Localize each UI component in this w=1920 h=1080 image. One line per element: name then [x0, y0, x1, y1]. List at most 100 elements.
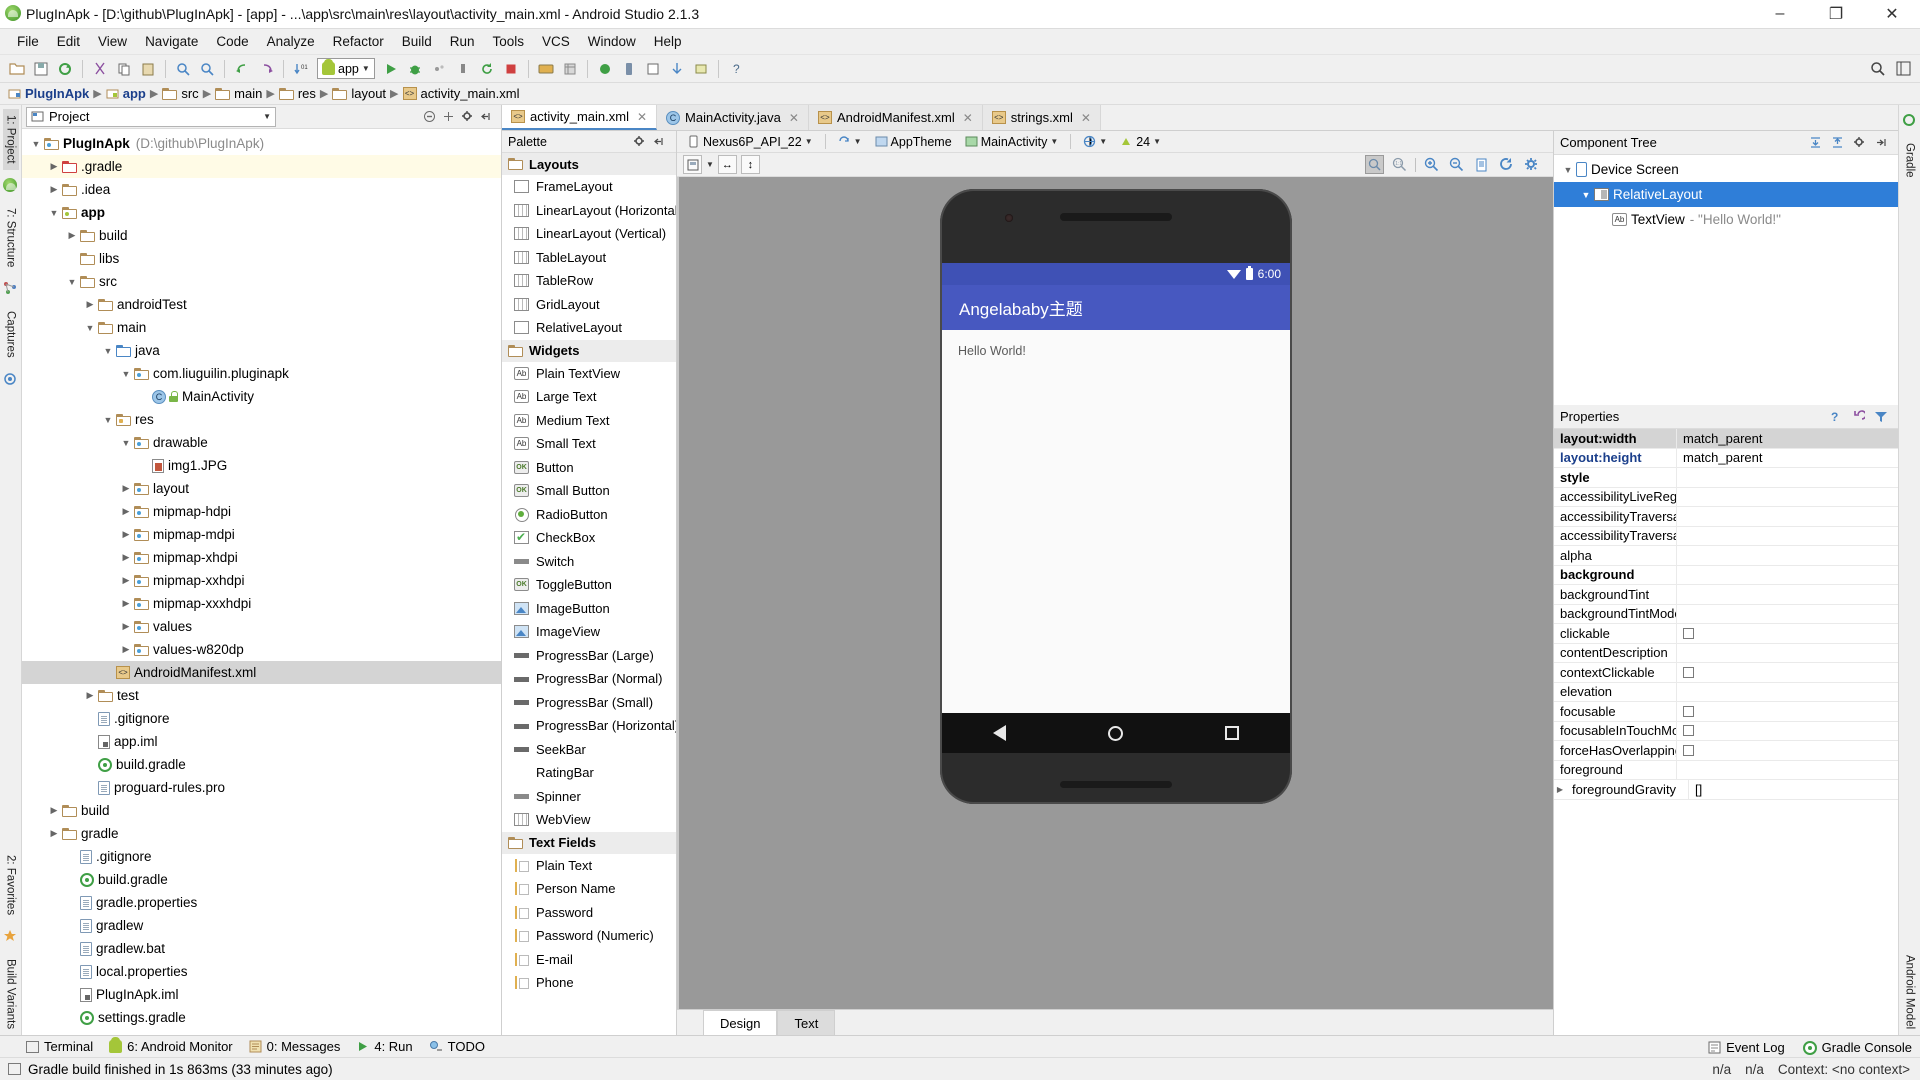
avd-device-icon[interactable]: [594, 58, 616, 80]
fit-width-button[interactable]: ↔: [718, 155, 737, 174]
chevron-right-icon[interactable]: [118, 621, 134, 632]
palette-item[interactable]: Spinner: [502, 785, 676, 809]
property-value[interactable]: match_parent: [1676, 449, 1898, 468]
property-value[interactable]: [1676, 741, 1898, 760]
component-tree-node[interactable]: AbTextView- "Hello World!": [1554, 207, 1898, 232]
project-tree-node[interactable]: local.properties: [22, 960, 501, 983]
property-value[interactable]: [1676, 527, 1898, 546]
settings-icon[interactable]: [1853, 136, 1866, 149]
property-row[interactable]: ▶foregroundGravity[]: [1554, 780, 1898, 800]
menu-file[interactable]: File: [8, 32, 48, 51]
component-tree[interactable]: Device ScreenRelativeLayoutAbTextView- "…: [1554, 155, 1898, 405]
help-icon[interactable]: ?: [725, 58, 747, 80]
menu-refactor[interactable]: Refactor: [324, 32, 393, 51]
chevron-right-icon[interactable]: [118, 529, 134, 540]
project-tree-node[interactable]: mipmap-xhdpi: [22, 546, 501, 569]
chevron-down-icon[interactable]: [46, 208, 62, 218]
palette-item[interactable]: RadioButton: [502, 503, 676, 527]
project-tree-node[interactable]: libs: [22, 247, 501, 270]
palette-item[interactable]: ProgressBar (Large): [502, 644, 676, 668]
palette-item[interactable]: TableRow: [502, 269, 676, 293]
project-tree-node[interactable]: androidTest: [22, 293, 501, 316]
project-tree-node[interactable]: gradle: [22, 822, 501, 845]
expand-all-icon[interactable]: [1809, 136, 1822, 149]
project-view-selector[interactable]: Project ▼: [26, 107, 276, 127]
chevron-down-icon[interactable]: [100, 346, 116, 356]
palette-group-header[interactable]: Layouts: [502, 153, 676, 175]
zoom-to-fit-icon[interactable]: [1365, 155, 1384, 174]
close-icon[interactable]: ✕: [789, 111, 799, 125]
project-tree-node[interactable]: values-w820dp: [22, 638, 501, 661]
property-checkbox[interactable]: [1683, 667, 1694, 678]
palette-item[interactable]: ImageButton: [502, 597, 676, 621]
property-row[interactable]: focusableInTouchMode: [1554, 722, 1898, 742]
palette-item[interactable]: TableLayout: [502, 246, 676, 270]
project-tree-node[interactable]: com.liuguilin.pluginapk: [22, 362, 501, 385]
find-icon[interactable]: [172, 58, 194, 80]
zoom-in-icon[interactable]: [1422, 155, 1441, 174]
breadcrumb-item-layout[interactable]: layout: [332, 86, 386, 101]
theme-selector[interactable]: AppTheme: [871, 134, 956, 150]
gradle-console-tab[interactable]: Gradle Console: [1803, 1040, 1912, 1055]
palette-item[interactable]: ProgressBar (Horizontal): [502, 714, 676, 738]
chevron-right-icon[interactable]: [46, 828, 62, 839]
property-row[interactable]: accessibilityLiveRegion: [1554, 488, 1898, 508]
project-tree-node[interactable]: build: [22, 799, 501, 822]
property-value[interactable]: [1676, 546, 1898, 565]
palette-item[interactable]: E-mail: [502, 948, 676, 972]
property-row[interactable]: style: [1554, 468, 1898, 488]
palette-item[interactable]: ProgressBar (Small): [502, 691, 676, 715]
chevron-down-icon[interactable]: [1578, 190, 1594, 200]
project-tree-node[interactable]: gradle.properties: [22, 891, 501, 914]
tool-tab-build-variants[interactable]: Build Variants: [3, 953, 19, 1035]
home-button-icon[interactable]: [1108, 726, 1123, 741]
sdk-manager-icon[interactable]: [559, 58, 581, 80]
profile-icon[interactable]: [428, 58, 450, 80]
orientation-selector[interactable]: ▼: [834, 134, 866, 149]
property-value[interactable]: [1676, 566, 1898, 585]
project-tree-node[interactable]: <>AndroidManifest.xml: [22, 661, 501, 684]
menu-build[interactable]: Build: [393, 32, 441, 51]
menu-edit[interactable]: Edit: [48, 32, 89, 51]
design-mode-button[interactable]: [683, 155, 702, 174]
project-tree[interactable]: PlugInApk(D:\github\PlugInApk).gradle.id…: [22, 129, 501, 1035]
tool-tab-gradle[interactable]: Gradle: [1902, 137, 1918, 184]
vcs-commit-icon[interactable]: [690, 58, 712, 80]
palette-item[interactable]: OKButton: [502, 456, 676, 480]
chevron-right-icon[interactable]: [118, 644, 134, 655]
property-value[interactable]: [1676, 644, 1898, 663]
project-tree-node[interactable]: proguard-rules.pro: [22, 776, 501, 799]
zoom-out-icon[interactable]: [1447, 155, 1466, 174]
palette-item[interactable]: Person Name: [502, 877, 676, 901]
search-everywhere-icon[interactable]: [1866, 58, 1888, 80]
palette-item[interactable]: LinearLayout (Vertical): [502, 222, 676, 246]
property-value[interactable]: [1676, 488, 1898, 507]
project-tree-node[interactable]: PlugInApk.iml: [22, 983, 501, 1006]
palette-item[interactable]: AbSmall Text: [502, 432, 676, 456]
project-tree-node[interactable]: .gradle: [22, 155, 501, 178]
palette-item[interactable]: RelativeLayout: [502, 316, 676, 340]
chevron-down-icon[interactable]: [100, 415, 116, 425]
chevron-down-icon[interactable]: [118, 369, 134, 379]
property-row[interactable]: accessibilityTraversalBefore: [1554, 527, 1898, 547]
property-row[interactable]: backgroundTint: [1554, 585, 1898, 605]
property-row[interactable]: focusable: [1554, 702, 1898, 722]
project-tree-node[interactable]: main: [22, 316, 501, 339]
property-value[interactable]: [1676, 663, 1898, 682]
palette-item[interactable]: AbLarge Text: [502, 385, 676, 409]
close-icon[interactable]: ✕: [637, 110, 647, 124]
project-tree-node[interactable]: .idea: [22, 178, 501, 201]
palette-item[interactable]: OKSmall Button: [502, 479, 676, 503]
palette-item[interactable]: ImageView: [502, 620, 676, 644]
tab-design[interactable]: Design: [703, 1010, 777, 1035]
property-value[interactable]: [1676, 468, 1898, 487]
property-row[interactable]: clickable: [1554, 624, 1898, 644]
palette-item[interactable]: Phone: [502, 971, 676, 995]
chevron-right-icon[interactable]: [118, 506, 134, 517]
device-monitor-icon[interactable]: [618, 58, 640, 80]
gradle-sync-icon[interactable]: 01: [290, 58, 312, 80]
bottom-tab-android-monitor[interactable]: 6: Android Monitor: [109, 1039, 233, 1054]
property-checkbox[interactable]: [1683, 628, 1694, 639]
chevron-down-icon[interactable]: [118, 438, 134, 448]
back-button-icon[interactable]: [993, 725, 1006, 741]
